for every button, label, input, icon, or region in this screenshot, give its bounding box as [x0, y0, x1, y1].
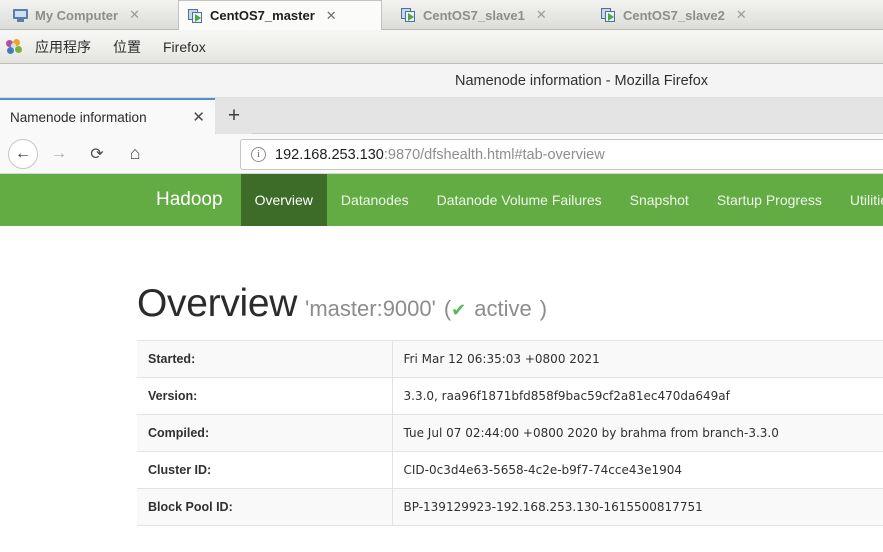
vm-icon	[401, 8, 416, 22]
reload-icon[interactable]: ⟳	[80, 137, 114, 171]
vmware-tab-label: My Computer	[35, 7, 119, 23]
vmware-tab-label: CentOS7_slave2	[623, 7, 725, 23]
row-value: BP-139129923-192.168.253.130-16155008177…	[392, 488, 883, 526]
hadoop-content: Overview'master:9000' (✔ active) Started: …	[0, 226, 883, 552]
gnome-foot-icon	[6, 38, 22, 55]
table-row: Cluster ID: CID-0c3d4e63-5658-4c2e-b9f7-…	[137, 451, 883, 489]
row-value: Fri Mar 12 06:35:03 +0800 2021	[392, 340, 883, 378]
panel-menu-firefox[interactable]: Firefox	[152, 39, 217, 55]
close-icon[interactable]: ✕	[129, 7, 140, 23]
check-icon: ✔	[451, 300, 467, 320]
nav-item-utilities-label: Utilities	[849, 192, 883, 208]
row-value: Tue Jul 07 02:44:00 +0800 2020 by brahma…	[392, 414, 883, 452]
vmware-tab-bar: My Computer ✕ CentOS7_master ✕ CentOS7_s…	[0, 0, 883, 33]
nav-item-snapshot[interactable]: Snapshot	[616, 174, 703, 226]
namenode-address: 'master:9000'	[305, 296, 436, 321]
window-title: Namenode information - Mozilla Firefox	[454, 72, 709, 89]
browser-tab-namenode-information[interactable]: Namenode information ✕	[0, 98, 215, 134]
row-value: CID-0c3d4e63-5658-4c2e-b9f7-74cce43e1904	[403, 463, 683, 477]
row-key: Cluster ID:	[137, 451, 393, 489]
table-row: Started: Fri Mar 12 06:35:03 +0800 2021	[137, 340, 883, 378]
status-badge: active	[474, 296, 532, 321]
firefox-tab-strip: Namenode information ✕ +	[0, 98, 883, 134]
browser-tab-label: Namenode information	[10, 109, 147, 125]
vmware-tab-centos7-slave2[interactable]: CentOS7_slave2 ✕	[592, 0, 782, 30]
monitor-icon	[13, 8, 28, 22]
row-key: Version:	[137, 377, 393, 415]
hadoop-navbar: Hadoop Overview Datanodes Datanode Volum…	[0, 174, 883, 226]
page-title: Overview'master:9000' (✔ active)	[137, 282, 547, 326]
back-icon[interactable]: ←	[8, 138, 38, 169]
vmware-tab-centos7-master[interactable]: CentOS7_master ✕	[178, 0, 382, 33]
nav-item-datanodes[interactable]: Datanodes	[327, 174, 423, 226]
home-icon[interactable]: ⌂	[118, 137, 152, 171]
status-paren-close: )	[539, 296, 548, 321]
firefox-title-bar: Namenode information - Mozilla Firefox	[0, 64, 883, 98]
row-key: Compiled:	[137, 414, 393, 452]
overview-table: Started: Fri Mar 12 06:35:03 +0800 2021 …	[137, 340, 883, 526]
url-host: 192.168.253.130	[275, 146, 384, 163]
row-key: Started:	[137, 340, 393, 378]
hadoop-brand[interactable]: Hadoop	[138, 174, 241, 226]
vmware-tab-my-computer[interactable]: My Computer ✕	[4, 0, 174, 30]
close-icon[interactable]: ✕	[736, 7, 747, 23]
new-tab-button[interactable]: +	[216, 98, 252, 134]
table-row: Block Pool ID: BP-139129923-192.168.253.…	[137, 488, 883, 526]
row-value: 3.3.0, raa96f1871bfd858f9bac59cf2a81ec47…	[403, 389, 730, 403]
vmware-tab-label: CentOS7_master	[210, 8, 315, 23]
panel-menu-places[interactable]: 位置	[102, 37, 152, 57]
vm-icon	[188, 8, 203, 23]
site-info-icon[interactable]: i	[251, 147, 266, 162]
vmware-tab-label: CentOS7_slave1	[423, 7, 525, 23]
close-icon[interactable]: ✕	[536, 7, 547, 23]
nav-item-utilities[interactable]: Utilities	[836, 174, 883, 226]
table-row: Compiled: Tue Jul 07 02:44:00 +0800 2020…	[137, 414, 883, 452]
vm-icon	[601, 8, 616, 22]
page-title-text: Overview	[137, 282, 298, 325]
address-bar[interactable]: i 192.168.253.130 :9870/dfshealth.html#t…	[240, 139, 883, 170]
nav-item-overview[interactable]: Overview	[240, 174, 327, 226]
close-icon[interactable]: ✕	[326, 8, 337, 24]
nav-item-datanode-volume-failures[interactable]: Datanode Volume Failures	[423, 174, 616, 226]
url-path: :9870/dfshealth.html#tab-overview	[383, 146, 605, 163]
panel-menu-applications[interactable]: 应用程序	[24, 37, 102, 57]
hadoop-page: Hadoop Overview Datanodes Datanode Volum…	[0, 174, 883, 552]
close-icon[interactable]: ✕	[186, 108, 205, 126]
vmware-tab-centos7-slave1[interactable]: CentOS7_slave1 ✕	[392, 0, 582, 30]
forward-icon[interactable]: →	[42, 137, 76, 171]
row-key: Block Pool ID:	[137, 488, 393, 526]
table-row: Version: 3.3.0, raa96f1871bfd858f9bac59c…	[137, 377, 883, 415]
nav-item-startup-progress[interactable]: Startup Progress	[703, 174, 836, 226]
gnome-top-panel: 应用程序 位置 Firefox	[0, 30, 883, 64]
